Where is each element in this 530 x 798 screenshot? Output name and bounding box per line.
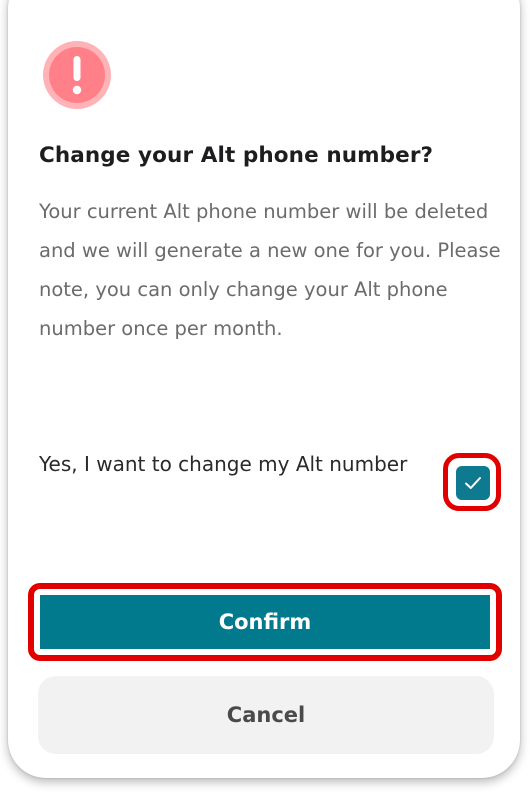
exclamation-circle-icon [42, 40, 112, 110]
dialog-description: Your current Alt phone number will be de… [39, 200, 501, 340]
consent-checkbox[interactable] [456, 466, 490, 500]
checkmark-icon [465, 477, 481, 489]
cancel-button[interactable]: Cancel [38, 676, 494, 754]
dialog-title: Change your Alt phone number? [39, 143, 434, 168]
change-number-dialog [8, 0, 520, 778]
confirm-button[interactable]: Confirm [40, 595, 490, 649]
consent-label: Yes, I want to change my Alt number [39, 452, 408, 476]
